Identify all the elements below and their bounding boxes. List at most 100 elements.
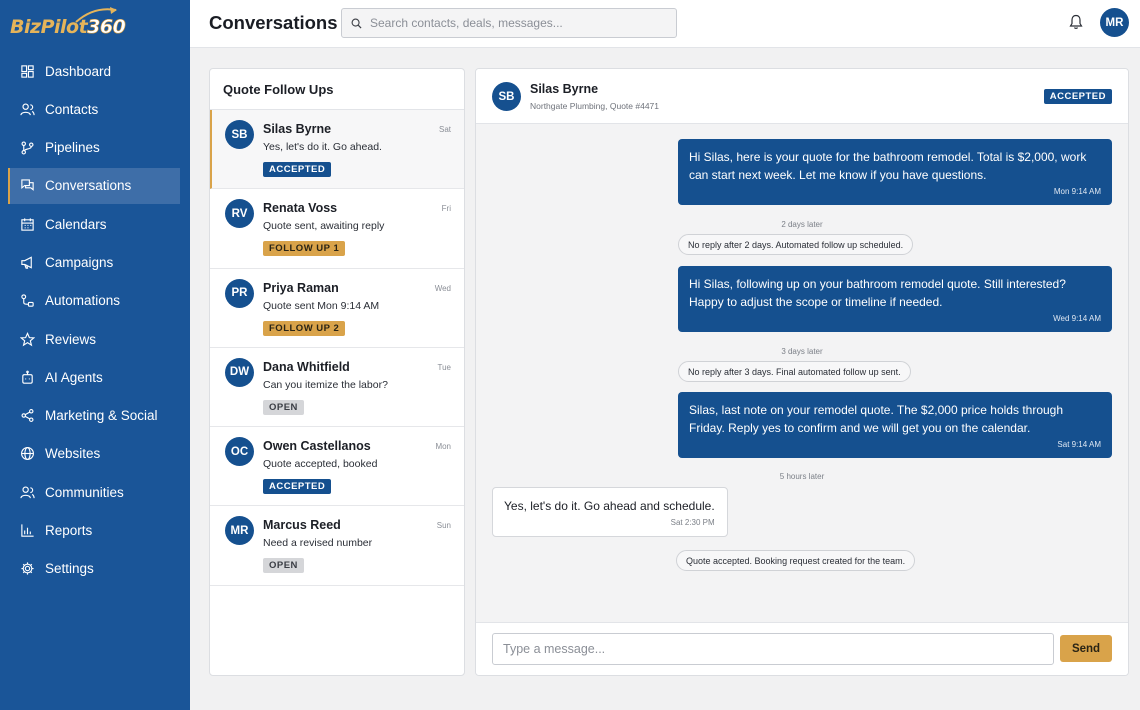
thread-subtitle: Northgate Plumbing, Quote #4471: [530, 101, 660, 111]
time-gap-label: 3 days later: [781, 347, 823, 356]
message-time: Sat 9:14 AM: [1057, 440, 1101, 449]
message-time: Wed 9:14 AM: [1053, 314, 1101, 323]
message-text: Yes, let's do it. Go ahead and schedule.: [504, 499, 715, 513]
search-icon: [351, 18, 362, 29]
automations-icon: [21, 294, 34, 307]
time-gap-label: 2 days later: [781, 220, 823, 229]
sidebar-item-ai-agents[interactable]: AI Agents: [8, 359, 180, 395]
sidebar-item-label: Contacts: [45, 101, 99, 117]
sidebar-item-pipelines[interactable]: Pipelines: [8, 130, 180, 166]
contacts-icon: [20, 103, 35, 116]
avatar: OC: [225, 437, 254, 467]
sidebar-item-label: Pipelines: [45, 140, 100, 156]
conversation-item[interactable]: PR Priya Raman Wed Quote sent Mon 9:14 A…: [210, 269, 464, 348]
sidebar-item-campaigns[interactable]: Campaigns: [8, 244, 180, 280]
calendar-icon: [21, 218, 34, 231]
incoming-message: Yes, let's do it. Go ahead and schedule.…: [492, 487, 728, 537]
sidebar-item-contacts[interactable]: Contacts: [8, 91, 180, 127]
sidebar-item-websites[interactable]: Websites: [8, 436, 180, 472]
robot-icon: [22, 370, 33, 384]
time-gap-label: 5 hours later: [779, 472, 825, 481]
pipelines-icon: [21, 141, 34, 155]
sidebar-item-label: Conversations: [45, 178, 132, 194]
send-button[interactable]: Send: [1060, 635, 1112, 662]
thread-header: SB Silas Byrne Northgate Plumbing, Quote…: [476, 69, 1128, 124]
system-note: Quote accepted. Booking request created …: [676, 550, 916, 571]
message-list: Hi Silas, here is your quote for the bat…: [476, 124, 1128, 623]
conversation-day: Sat: [438, 125, 451, 134]
sidebar-item-label: Reports: [45, 523, 93, 539]
message-text: Hi Silas, following up on your bathroom …: [689, 277, 1066, 309]
conversation-item[interactable]: SB Silas Byrne Sat Yes, let's do it. Go …: [210, 110, 464, 190]
sidebar-item-settings[interactable]: Settings: [8, 551, 180, 587]
status-badge: ACCEPTED: [263, 162, 332, 177]
conversation-item[interactable]: OC Owen Castellanos Mon Quote accepted, …: [210, 427, 464, 507]
outgoing-message: Hi Silas, here is your quote for the bat…: [678, 139, 1112, 205]
sidebar-item-label: Reviews: [45, 331, 97, 347]
system-note: No reply after 2 days. Automated follow …: [678, 234, 914, 255]
sidebar-item-label: AI Agents: [45, 369, 103, 385]
sidebar-item-automations[interactable]: Automations: [8, 283, 180, 319]
contact-name: Silas Byrne: [263, 122, 332, 136]
list-title: Quote Follow Ups: [210, 69, 464, 110]
message-time: Mon 9:14 AM: [1053, 187, 1101, 196]
conversation-day: Tue: [437, 362, 452, 372]
message-input[interactable]: [492, 633, 1054, 665]
conversation-item[interactable]: MR Marcus Reed Sun Need a revised number…: [210, 506, 464, 586]
user-avatar[interactable]: MR: [1100, 8, 1129, 37]
sidebar-nav: Dashboard Contacts Pipelines Conversatio…: [8, 53, 180, 589]
globe-icon: [21, 447, 34, 461]
conversation-item[interactable]: DW Dana Whitfield Tue Can you itemize th…: [210, 348, 464, 428]
status-badge: OPEN: [263, 558, 304, 574]
conversations-icon: [21, 179, 34, 192]
sidebar-item-label: Dashboard: [45, 63, 112, 79]
sidebar-item-label: Settings: [45, 561, 94, 577]
share-icon: [21, 409, 34, 423]
conversation-day: Wed: [434, 283, 451, 293]
message-time: Sat 2:30 PM: [670, 518, 715, 527]
search-input[interactable]: [370, 16, 670, 30]
bell-icon[interactable]: [1069, 14, 1083, 30]
sidebar-item-calendars[interactable]: Calendars: [8, 206, 180, 242]
gear-icon: [21, 562, 34, 575]
sidebar-item-reports[interactable]: Reports: [8, 513, 180, 549]
megaphone-icon: [21, 256, 32, 269]
message-preview: Quote accepted, booked: [263, 458, 378, 471]
sidebar-item-label: Campaigns: [45, 254, 114, 270]
sidebar-item-label: Communities: [45, 484, 124, 500]
star-icon: [20, 331, 35, 346]
sidebar-item-communities[interactable]: Communities: [8, 474, 180, 510]
sidebar: BizPilot360 Dashboard Contacts Pipelines…: [0, 0, 190, 710]
brand-logo[interactable]: BizPilot360: [8, 4, 126, 44]
sidebar-item-label: Calendars: [45, 216, 107, 232]
avatar: DW: [225, 357, 254, 387]
message-preview: Can you itemize the labor?: [263, 378, 388, 391]
message-preview: Quote sent, awaiting reply: [263, 220, 385, 233]
status-badge: ACCEPTED: [1043, 89, 1112, 104]
conversation-item[interactable]: RV Renata Voss Fri Quote sent, awaiting …: [210, 189, 464, 269]
conversation-list-panel: Quote Follow Ups SB Silas Byrne Sat Yes,…: [209, 68, 465, 676]
avatar: PR: [225, 278, 254, 308]
avatar: SB: [225, 120, 254, 149]
message-text: Silas, last note on your remodel quote. …: [689, 403, 1064, 435]
conversation-day: Mon: [435, 442, 451, 452]
search-box[interactable]: [341, 8, 677, 38]
message-composer: Send: [476, 623, 1128, 675]
message-preview: Quote sent Mon 9:14 AM: [263, 299, 380, 312]
sidebar-item-conversations[interactable]: Conversations: [8, 167, 180, 204]
logo-swoosh-icon: [75, 7, 117, 23]
users-icon: [20, 486, 35, 499]
sidebar-item-marketing-social[interactable]: Marketing & Social: [8, 398, 180, 434]
sidebar-item-label: Automations: [45, 293, 121, 309]
top-bar: Conversations MR: [190, 0, 1140, 48]
conversation-day: Fri: [441, 204, 451, 214]
message-preview: Need a revised number: [263, 537, 373, 550]
sidebar-item-reviews[interactable]: Reviews: [8, 321, 180, 357]
status-badge: OPEN: [263, 399, 304, 415]
conversation-thread-panel: SB Silas Byrne Northgate Plumbing, Quote…: [475, 68, 1129, 676]
message-preview: Yes, let's do it. Go ahead.: [263, 141, 382, 153]
contact-name: Renata Voss: [263, 201, 338, 216]
sidebar-item-dashboard[interactable]: Dashboard: [8, 53, 180, 89]
avatar: SB: [492, 82, 521, 111]
contact-name: Priya Raman: [263, 280, 339, 295]
